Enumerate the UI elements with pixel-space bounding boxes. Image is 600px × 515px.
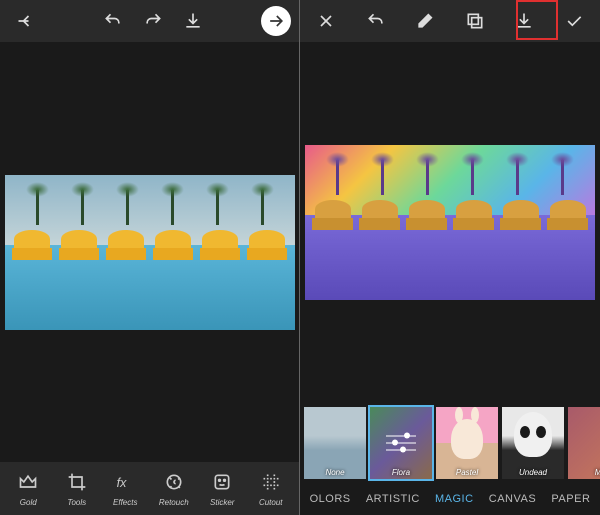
- next-button[interactable]: [261, 6, 291, 36]
- filter-undead[interactable]: Undead: [502, 407, 564, 479]
- filter-label: Pastel: [436, 468, 498, 477]
- tool-effects[interactable]: fx Effects: [103, 470, 148, 507]
- cat-magic[interactable]: MAGIC: [435, 493, 474, 505]
- left-topbar: [0, 0, 299, 42]
- category-row: OLORS ARTISTIC MAGIC CANVAS PAPER: [300, 483, 600, 515]
- left-canvas: [0, 42, 299, 462]
- filter-mist[interactable]: Mi: [568, 407, 600, 479]
- tool-label: Retouch: [159, 498, 189, 507]
- tool-gold[interactable]: Gold: [6, 470, 51, 507]
- tool-label: Tools: [67, 498, 86, 507]
- svg-text:fx: fx: [117, 476, 127, 490]
- cat-colors[interactable]: OLORS: [310, 493, 351, 505]
- layers-button[interactable]: [457, 3, 493, 39]
- filter-label: Mi: [568, 468, 600, 477]
- editor-left-panel: Gold Tools fx Effects Retouch Sticker Cutout: [0, 0, 300, 515]
- filtered-photo[interactable]: [305, 145, 595, 300]
- filter-none[interactable]: None: [304, 407, 366, 479]
- crop-icon: [65, 470, 89, 494]
- right-canvas: [300, 42, 600, 403]
- left-bottom-toolbar: Gold Tools fx Effects Retouch Sticker Cutout: [0, 462, 299, 515]
- cat-paper[interactable]: PAPER: [551, 493, 590, 505]
- tool-retouch[interactable]: Retouch: [151, 470, 196, 507]
- retouch-icon: [162, 470, 186, 494]
- apply-button[interactable]: [556, 3, 592, 39]
- cat-canvas[interactable]: CANVAS: [489, 493, 536, 505]
- tool-label: Cutout: [259, 498, 283, 507]
- tool-sticker[interactable]: Sticker: [200, 470, 245, 507]
- filter-flora[interactable]: Flora: [370, 407, 432, 479]
- cat-artistic[interactable]: ARTISTIC: [366, 493, 420, 505]
- eraser-button[interactable]: [407, 3, 443, 39]
- redo-button[interactable]: [135, 3, 171, 39]
- close-button[interactable]: [308, 3, 344, 39]
- editor-right-panel: None Flora Pastel Undead Mi OLORS ARTISTIC MAG…: [300, 0, 600, 515]
- tool-label: Effects: [113, 498, 137, 507]
- original-photo[interactable]: [5, 175, 295, 330]
- sticker-icon: [210, 470, 234, 494]
- crown-icon: [16, 470, 40, 494]
- right-topbar: [300, 0, 600, 42]
- filter-strip: None Flora Pastel Undead Mi: [300, 403, 600, 483]
- tool-tools[interactable]: Tools: [54, 470, 99, 507]
- back-button[interactable]: [8, 3, 44, 39]
- save-button[interactable]: [506, 3, 542, 39]
- filter-pastel[interactable]: Pastel: [436, 407, 498, 479]
- filter-label: Undead: [502, 468, 564, 477]
- fx-icon: fx: [113, 470, 137, 494]
- filter-label: None: [304, 468, 366, 477]
- undo-button-right[interactable]: [358, 3, 394, 39]
- tool-label: Sticker: [210, 498, 234, 507]
- tool-cutout[interactable]: Cutout: [248, 470, 293, 507]
- cutout-icon: [259, 470, 283, 494]
- download-button[interactable]: [175, 3, 211, 39]
- tool-label: Gold: [20, 498, 37, 507]
- filter-label: Flora: [370, 468, 432, 477]
- undo-button[interactable]: [95, 3, 131, 39]
